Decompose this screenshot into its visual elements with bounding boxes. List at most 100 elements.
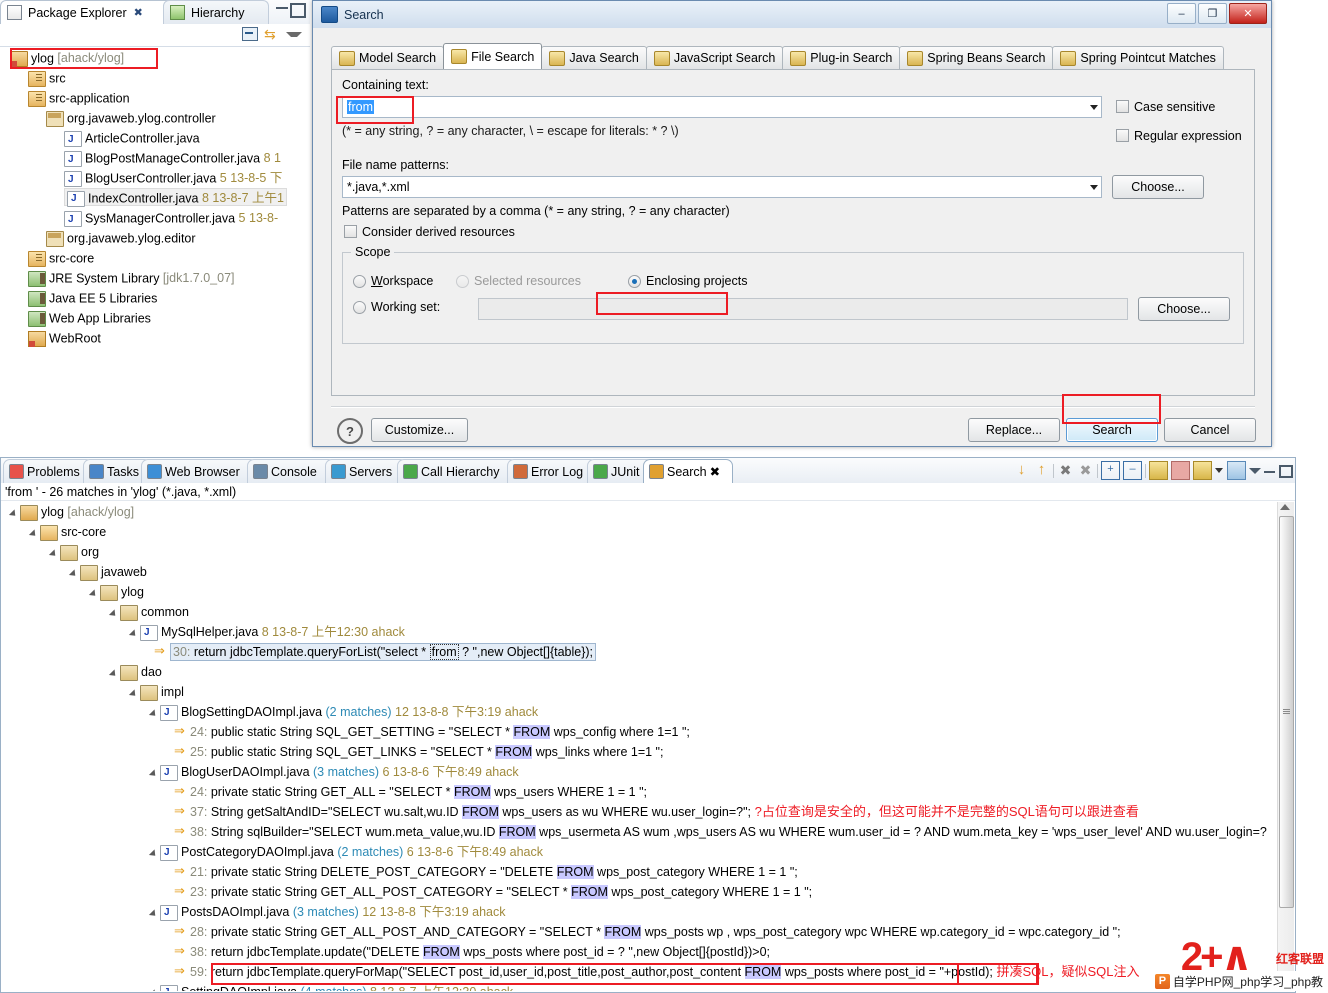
search-results-tree[interactable]: ylog [ahack/ylog] src-core org javaweb ylog c…: [2, 502, 1278, 991]
search-match-row[interactable]: 37: String getSaltAndID="SELECT wu.salt,…: [2, 801, 1278, 822]
minimize-button[interactable]: –: [1167, 3, 1196, 24]
expand-arrow-icon[interactable]: [30, 528, 40, 538]
remove-selected-match-icon[interactable]: ✖: [1057, 462, 1074, 479]
expand-arrow-icon[interactable]: [150, 768, 160, 778]
expand-arrow-icon[interactable]: [150, 708, 160, 718]
tree-item[interactable]: org.javaweb.ylog.editor: [0, 228, 310, 248]
tab-hierarchy[interactable]: Hierarchy: [163, 0, 269, 24]
help-icon[interactable]: ?: [337, 418, 363, 444]
tree-item[interactable]: src-core: [0, 248, 310, 268]
search-tree-row[interactable]: dao: [2, 662, 1278, 682]
view-menu-icon[interactable]: [1249, 462, 1261, 479]
regular-expression-checkbox[interactable]: [1116, 129, 1129, 142]
minimize-icon[interactable]: [276, 4, 288, 9]
tree-item[interactable]: org.javaweb.ylog.controller: [0, 108, 310, 128]
minimize-icon[interactable]: [1264, 462, 1276, 479]
file-name-patterns-combo[interactable]: *.java,*.xml: [342, 176, 1102, 198]
search-match-row[interactable]: 59: return jdbcTemplate.queryForMap("SEL…: [2, 961, 1278, 982]
containing-text-combo[interactable]: from: [342, 96, 1102, 118]
search-tree-row[interactable]: impl: [2, 682, 1278, 702]
bottom-tab-servers[interactable]: Servers: [325, 459, 407, 483]
case-sensitive-label[interactable]: Case sensitive: [1134, 100, 1215, 114]
dialog-tab-javascript-search[interactable]: JavaScript Search: [645, 46, 784, 69]
search-tree-row[interactable]: J MySqlHelper.java 8 13-8-7 上午12:30 ahack: [2, 622, 1278, 642]
choose-working-set-button[interactable]: Choose...: [1138, 297, 1230, 321]
search-tree-row[interactable]: J BlogUserDAOImpl.java (3 matches) 6 13-8…: [2, 762, 1278, 782]
expand-arrow-icon[interactable]: [10, 508, 20, 518]
tree-item[interactable]: JRE System Library [jdk1.7.0_07]: [0, 268, 310, 288]
scope-radio-working-set[interactable]: [353, 301, 366, 314]
show-previous-searches-icon[interactable]: [1193, 461, 1212, 480]
tree-item[interactable]: src: [0, 68, 310, 88]
search-match-row[interactable]: 25: public static String SQL_GET_LINKS =…: [2, 741, 1278, 762]
bottom-tab-web-browser[interactable]: Web Browser: [141, 459, 257, 483]
scope-label-working-set[interactable]: Working set:: [371, 300, 440, 314]
scroll-up-icon[interactable]: [1280, 504, 1290, 510]
regular-expression-label[interactable]: Regular expression: [1134, 129, 1242, 143]
dialog-tab-java-search[interactable]: Java Search: [541, 46, 647, 69]
tree-item[interactable]: ArticleController.java: [0, 128, 310, 150]
tree-item[interactable]: IndexController.java 8 13-8-7 上午1: [0, 188, 310, 208]
chevron-down-icon[interactable]: [1090, 185, 1098, 190]
search-page-tabs[interactable]: Model Search File Search Java Search JavaSc…: [331, 43, 1255, 69]
bottom-tab-error-log[interactable]: Error Log: [507, 459, 597, 483]
dialog-titlebar[interactable]: Search – ❐ ✕: [313, 1, 1271, 29]
close-icon[interactable]: ✖: [710, 464, 720, 479]
run-last-search-icon[interactable]: [1149, 461, 1168, 480]
scrollbar-thumb[interactable]: [1279, 516, 1294, 908]
tab-package-explorer[interactable]: Package Explorer ✖: [0, 0, 174, 24]
search-tree-row[interactable]: ylog [ahack/ylog]: [2, 502, 1278, 522]
search-match-row[interactable]: 24: public static String SQL_GET_SETTING…: [2, 721, 1278, 742]
bottom-tab-console[interactable]: Console: [247, 459, 335, 483]
search-dropdown-icon[interactable]: [1215, 462, 1224, 479]
expand-arrow-icon[interactable]: [130, 688, 140, 698]
remove-all-matches-icon[interactable]: ✖: [1077, 462, 1094, 479]
link-with-editor-icon[interactable]: ⇆: [264, 27, 280, 43]
containing-text-input[interactable]: from: [343, 100, 374, 114]
search-match-row[interactable]: 23: private static String GET_ALL_POST_C…: [2, 881, 1278, 902]
file-name-patterns-input[interactable]: *.java,*.xml: [343, 180, 410, 194]
expand-arrow-icon[interactable]: [70, 568, 80, 578]
pin-search-view-icon[interactable]: [1227, 461, 1246, 480]
search-tree-row[interactable]: common: [2, 602, 1278, 622]
bottom-tab-problems[interactable]: Problems: [3, 459, 93, 483]
tree-item[interactable]: SysManagerController.java 5 13-8-: [0, 208, 310, 230]
search-tree-row[interactable]: J PostsDAOImpl.java (3 matches) 12 13-8-8…: [2, 902, 1278, 922]
expand-arrow-icon[interactable]: [150, 908, 160, 918]
expand-arrow-icon[interactable]: [150, 988, 160, 991]
search-tree-row[interactable]: J BlogSettingDAOImpl.java (2 matches) 12 …: [2, 702, 1278, 722]
bottom-tab-call-hierarchy[interactable]: Call Hierarchy: [397, 459, 517, 483]
scope-radio-workspace[interactable]: [353, 275, 366, 288]
expand-arrow-icon[interactable]: [110, 608, 120, 618]
maximize-icon[interactable]: [1279, 462, 1293, 479]
search-match-row[interactable]: 28: private static String GET_ALL_POST_A…: [2, 921, 1278, 942]
cancel-search-icon[interactable]: [1171, 461, 1190, 480]
search-match-row[interactable]: 24: private static String GET_ALL = "SEL…: [2, 781, 1278, 802]
consider-derived-label[interactable]: Consider derived resources: [362, 225, 515, 239]
tree-item[interactable]: ylog [ahack/ylog]: [0, 48, 310, 68]
search-button[interactable]: Search: [1066, 418, 1158, 442]
expand-all-icon[interactable]: +: [1101, 461, 1120, 480]
expand-arrow-icon[interactable]: [150, 848, 160, 858]
previous-match-icon[interactable]: ↑: [1033, 462, 1050, 479]
tree-item[interactable]: Java EE 5 Libraries: [0, 288, 310, 308]
tree-item[interactable]: Web App Libraries: [0, 308, 310, 328]
tree-item[interactable]: src-application: [0, 88, 310, 108]
chevron-down-icon[interactable]: [1090, 105, 1098, 110]
search-tree-row[interactable]: org: [2, 542, 1278, 562]
scope-label-enclosing-projects[interactable]: Enclosing projects: [646, 274, 747, 288]
search-tree-row[interactable]: javaweb: [2, 562, 1278, 582]
search-tree-row[interactable]: ylog: [2, 582, 1278, 602]
next-match-icon[interactable]: ↓: [1013, 462, 1030, 479]
dialog-tab-model-search[interactable]: Model Search: [331, 46, 445, 69]
search-tree-row[interactable]: JSettingDAOImpl.java (4 matches) 8 13-8-…: [2, 982, 1278, 991]
maximize-button[interactable]: ❐: [1198, 3, 1227, 24]
search-match-row[interactable]: 38: return jdbcTemplate.update("DELETE F…: [2, 941, 1278, 962]
case-sensitive-checkbox[interactable]: [1116, 100, 1129, 113]
bottom-tab-search[interactable]: Search ✖: [643, 459, 733, 483]
tree-item[interactable]: BlogUserController.java 5 13-8-5 下: [0, 168, 310, 190]
view-menu-icon[interactable]: [286, 27, 302, 43]
dialog-tab-spring-beans-search[interactable]: Spring Beans Search: [899, 46, 1054, 69]
dialog-tab-file-search[interactable]: File Search: [443, 43, 543, 69]
customize-button[interactable]: Customize...: [371, 418, 468, 442]
